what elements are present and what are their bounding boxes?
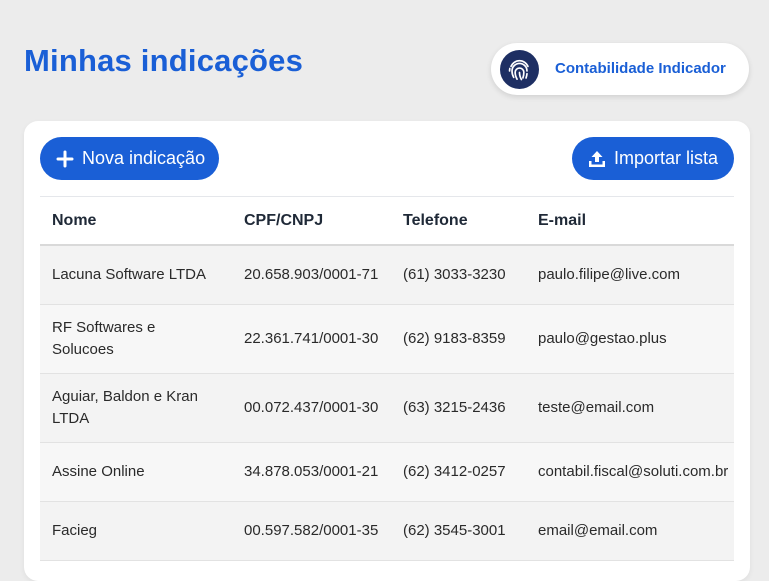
cell-name: Facieg: [52, 522, 98, 539]
cell-document: 22.361.741/0001-30: [244, 330, 379, 347]
referrals-card: Nova indicação Importar lista Nome CPF/C…: [24, 121, 750, 581]
cell-document: 20.658.903/0001-71: [244, 266, 379, 283]
cell-name: Assine Online: [52, 463, 145, 480]
cell-name: Aguiar, Baldon e Kran LTDA: [52, 388, 198, 427]
cell-email: paulo.filipe@live.com: [538, 266, 680, 283]
table-row[interactable]: RF Softwares e Solucoes 22.361.741/0001-…: [40, 305, 734, 374]
table-row[interactable]: Aguiar, Baldon e Kran LTDA 00.072.437/00…: [40, 374, 734, 443]
column-header-email[interactable]: E-mail: [538, 210, 734, 232]
upload-icon: [587, 149, 607, 169]
plus-icon: [55, 149, 75, 169]
page-title: Minhas indicações: [24, 43, 304, 78]
column-header-document[interactable]: CPF/CNPJ: [244, 210, 403, 232]
account-chip[interactable]: Contabilidade Indicador: [491, 43, 749, 95]
column-header-phone[interactable]: Telefone: [403, 210, 538, 232]
cell-phone: (62) 3412-0257: [403, 463, 506, 480]
new-referral-button[interactable]: Nova indicação: [40, 137, 219, 180]
table-row[interactable]: Facieg 00.597.582/0001-35 (62) 3545-3001…: [40, 502, 734, 561]
import-list-label: Importar lista: [614, 148, 719, 168]
cell-phone: (61) 3033-3230: [403, 266, 506, 283]
referrals-table: Nome CPF/CNPJ Telefone E-mail Lacuna Sof…: [40, 196, 734, 561]
fingerprint-icon: [500, 50, 539, 89]
cell-phone: (63) 3215-2436: [403, 399, 506, 416]
new-referral-label: Nova indicação: [82, 148, 206, 168]
cell-document: 00.072.437/0001-30: [244, 399, 379, 416]
cell-email: paulo@gestao.plus: [538, 330, 667, 347]
table-row[interactable]: Assine Online 34.878.053/0001-21 (62) 34…: [40, 443, 734, 502]
cell-phone: (62) 3545-3001: [403, 522, 506, 539]
cell-email: teste@email.com: [538, 399, 655, 416]
account-name: Contabilidade Indicador: [555, 60, 726, 77]
cell-name: Lacuna Software LTDA: [52, 266, 206, 283]
cell-phone: (62) 9183-8359: [403, 330, 506, 347]
cell-document: 34.878.053/0001-21: [244, 463, 379, 480]
import-list-button[interactable]: Importar lista: [572, 137, 734, 180]
cell-email: email@email.com: [538, 522, 658, 539]
cell-email: contabil.fiscal@soluti.com.br: [538, 463, 729, 480]
cell-name: RF Softwares e Solucoes: [52, 319, 156, 358]
table-header-row: Nome CPF/CNPJ Telefone E-mail: [40, 197, 734, 246]
column-header-name[interactable]: Nome: [40, 210, 244, 232]
cell-document: 00.597.582/0001-35: [244, 522, 379, 539]
table-row[interactable]: Lacuna Software LTDA 20.658.903/0001-71 …: [40, 246, 734, 305]
